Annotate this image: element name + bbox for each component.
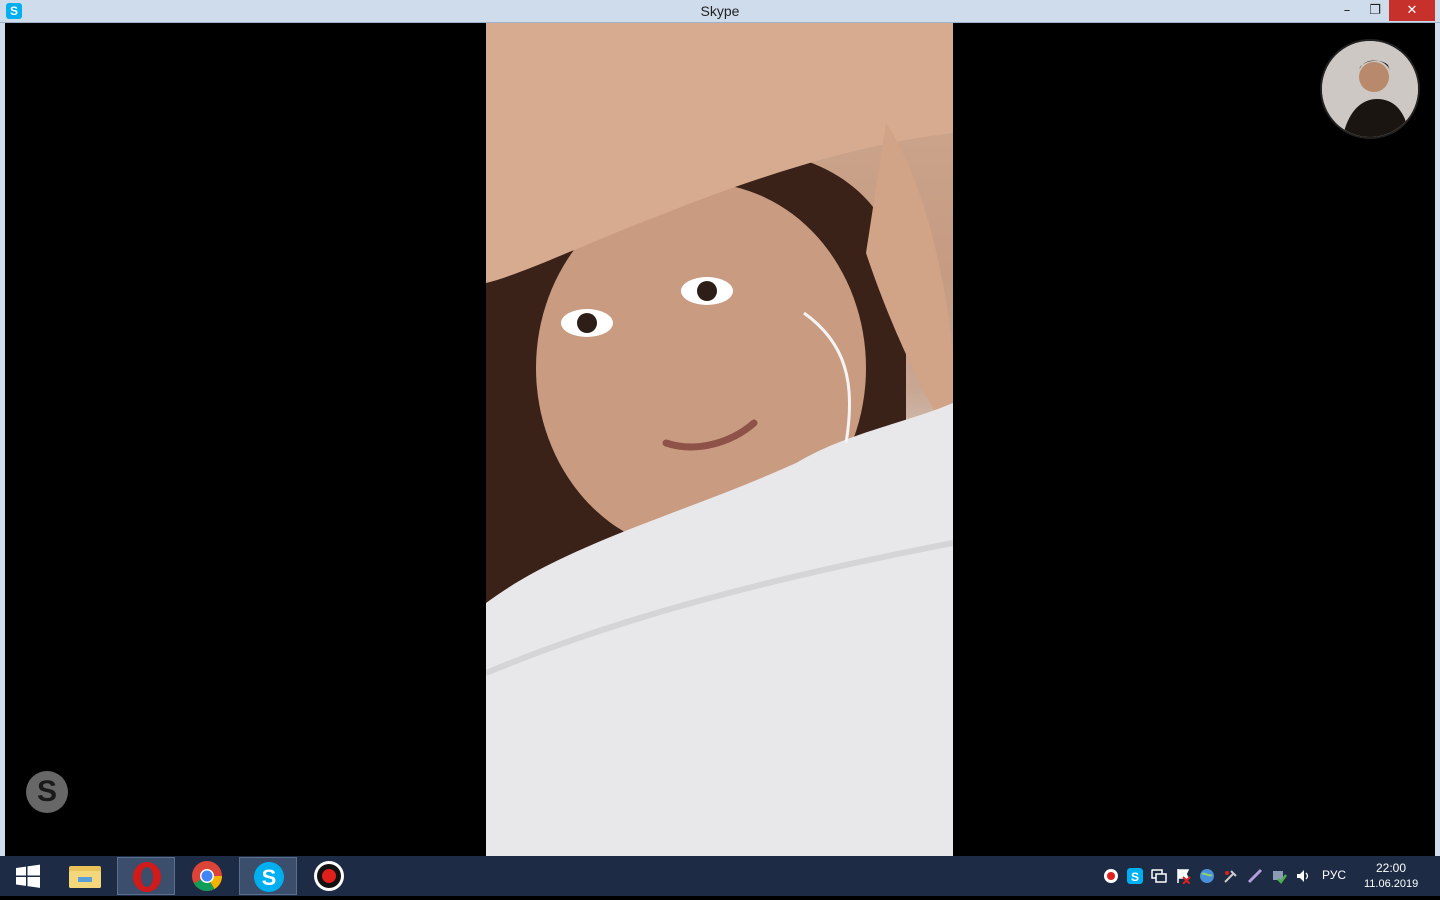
record-tray-icon[interactable] bbox=[1103, 868, 1119, 884]
taskbar-opera[interactable] bbox=[117, 857, 175, 895]
clock-time[interactable]: 22:00 bbox=[1364, 861, 1418, 875]
svg-text:S: S bbox=[1131, 870, 1139, 884]
window-title: Skype bbox=[700, 3, 740, 19]
record-icon bbox=[314, 861, 344, 891]
taskbar: S S РУС 22:00 11.06.2019 bbox=[0, 856, 1440, 896]
minimize-icon: – bbox=[1343, 3, 1351, 18]
pen-tray-icon[interactable] bbox=[1247, 868, 1263, 884]
close-button[interactable]: ✕ bbox=[1389, 0, 1435, 21]
self-view-avatar[interactable] bbox=[1320, 39, 1420, 139]
taskbar-chrome[interactable] bbox=[178, 857, 236, 895]
restore-button[interactable]: ❐ bbox=[1361, 0, 1389, 21]
minimize-button[interactable]: – bbox=[1333, 0, 1361, 21]
clock-date[interactable]: 11.06.2019 bbox=[1364, 878, 1418, 890]
taskbar-skype[interactable]: S bbox=[239, 857, 297, 895]
close-icon: ✕ bbox=[1406, 3, 1418, 18]
restore-icon: ❐ bbox=[1369, 3, 1381, 18]
security-tray-icon[interactable] bbox=[1271, 868, 1287, 884]
windows-start-icon bbox=[16, 864, 40, 888]
globe-tray-icon[interactable] bbox=[1199, 868, 1215, 884]
volume-tray-icon[interactable] bbox=[1295, 868, 1311, 884]
tools-tray-icon[interactable] bbox=[1223, 868, 1239, 884]
taskbar-recorder[interactable] bbox=[300, 857, 358, 895]
skype-tray-icon[interactable]: S bbox=[1127, 868, 1143, 884]
file-explorer-icon bbox=[69, 866, 101, 888]
chrome-icon bbox=[192, 861, 222, 892]
taskbar-file-explorer[interactable] bbox=[56, 857, 114, 895]
skype-logo-icon: S bbox=[26, 771, 68, 813]
opera-icon bbox=[133, 862, 161, 892]
svg-text:S: S bbox=[262, 865, 277, 890]
window-frame-right bbox=[1435, 23, 1440, 856]
call-stage: S bbox=[5, 23, 1435, 856]
skype-icon: S bbox=[254, 862, 284, 892]
language-indicator[interactable]: РУС bbox=[1322, 868, 1346, 882]
title-bar: S Skype – ❐ ✕ bbox=[0, 0, 1440, 23]
network-tray-icon[interactable] bbox=[1151, 868, 1167, 884]
remote-video-feed bbox=[486, 23, 953, 856]
flag-tray-icon[interactable] bbox=[1175, 868, 1191, 884]
start-button[interactable] bbox=[0, 856, 56, 896]
